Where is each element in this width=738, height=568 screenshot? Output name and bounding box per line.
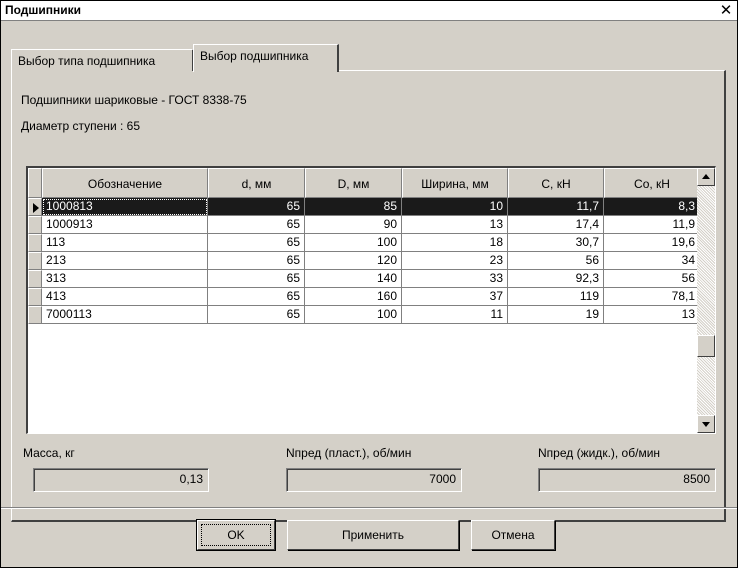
row-indicator [28, 216, 42, 234]
row-indicator [28, 252, 42, 270]
table-cell[interactable]: 90 [305, 216, 402, 234]
tab-bearing-select[interactable]: Выбор подшипника [193, 44, 339, 72]
bearing-table[interactable]: Обозначение d, мм D, мм Ширина, мм C, кН… [26, 166, 716, 434]
table-cell[interactable]: 140 [305, 270, 402, 288]
table-cell[interactable]: 120 [305, 252, 402, 270]
table-cell[interactable]: 1000813 [42, 198, 208, 216]
table-cell[interactable]: 11,7 [508, 198, 604, 216]
n-zhidk-label: Nпред (жидк.), об/мин [538, 446, 661, 460]
row-indicator [28, 270, 42, 288]
table-cell[interactable]: 113 [42, 234, 208, 252]
table-cell[interactable]: 34 [604, 252, 700, 270]
table-row[interactable]: 213 65 120 23 56 34 [28, 252, 700, 270]
table-cell[interactable]: 65 [208, 216, 305, 234]
table-cell[interactable]: 313 [42, 270, 208, 288]
table-cell[interactable]: 8,3 [604, 198, 700, 216]
column-header-c[interactable]: C, кН [508, 168, 604, 198]
table-cell[interactable]: 85 [305, 198, 402, 216]
window-title: Подшипники [5, 3, 82, 17]
table-cell[interactable]: 213 [42, 252, 208, 270]
step-diameter-info: Диаметр ступени : 65 [21, 119, 141, 133]
table-cell[interactable]: 65 [208, 252, 305, 270]
row-indicator [28, 288, 42, 306]
table-cell[interactable]: 11,9 [604, 216, 700, 234]
table-row[interactable]: 413 65 160 37 119 78,1 [28, 288, 700, 306]
row-indicator [28, 306, 42, 324]
scroll-down-button[interactable] [697, 415, 715, 433]
cancel-button-label: Отмена [491, 528, 535, 542]
table-cell[interactable]: 65 [208, 198, 305, 216]
table-cell[interactable]: 92,3 [508, 270, 604, 288]
table-cell[interactable]: 19,6 [604, 234, 700, 252]
table-cell[interactable]: 13 [402, 216, 508, 234]
table-cell[interactable]: 65 [208, 306, 305, 324]
column-header-c0[interactable]: Co, кН [604, 168, 700, 198]
apply-button[interactable]: Применить [287, 520, 459, 550]
table-cell[interactable]: 1000913 [42, 216, 208, 234]
table-cell[interactable]: 13 [604, 306, 700, 324]
table-cell[interactable]: 19 [508, 306, 604, 324]
mass-field[interactable]: 0,13 [33, 468, 209, 492]
table-cell[interactable]: 11 [402, 306, 508, 324]
title-bar[interactable]: Подшипники ✕ [1, 1, 737, 21]
scroll-thumb[interactable] [697, 335, 715, 357]
table-header: Обозначение d, мм D, мм Ширина, мм C, кН… [28, 168, 700, 198]
table-cell[interactable]: 100 [305, 306, 402, 324]
tab-bearing-type[interactable]: Выбор типа подшипника [11, 49, 194, 71]
table-body: 1000813 65 85 10 11,7 8,3 1000913 65 90 … [28, 198, 700, 324]
row-indicator [28, 198, 42, 216]
table-cell[interactable]: 37 [402, 288, 508, 306]
table-row[interactable]: 313 65 140 33 92,3 56 [28, 270, 700, 288]
table-cell[interactable]: 10 [402, 198, 508, 216]
table-cell[interactable]: 119 [508, 288, 604, 306]
table-cell[interactable]: 33 [402, 270, 508, 288]
header-indicator-cell [28, 168, 42, 198]
dialog-client: Выбор типа подшипника Выбор подшипника П… [1, 22, 737, 567]
table-row[interactable]: 113 65 100 18 30,7 19,6 [28, 234, 700, 252]
table-cell[interactable]: 65 [208, 270, 305, 288]
table-row[interactable]: 1000913 65 90 13 17,4 11,9 [28, 216, 700, 234]
close-icon[interactable]: ✕ [717, 2, 735, 19]
table-cell[interactable]: 18 [402, 234, 508, 252]
focus-rect [201, 524, 271, 546]
ok-button[interactable]: OK [196, 519, 276, 551]
table-row[interactable]: 1000813 65 85 10 11,7 8,3 [28, 198, 700, 216]
table-cell[interactable]: 56 [604, 270, 700, 288]
column-header-D[interactable]: D, мм [305, 168, 402, 198]
column-header-designation[interactable]: Обозначение [42, 168, 208, 198]
table-cell[interactable]: 78,1 [604, 288, 700, 306]
arrow-up-icon [702, 174, 710, 179]
table-row[interactable]: 7000113 65 100 11 19 13 [28, 306, 700, 324]
table-cell[interactable]: 7000113 [42, 306, 208, 324]
n-plast-label: Nпред (пласт.), об/мин [286, 446, 412, 460]
apply-button-label: Применить [341, 528, 404, 542]
mass-label: Масса, кг [23, 446, 75, 460]
table-cell[interactable]: 30,7 [508, 234, 604, 252]
current-row-arrow-icon [33, 203, 39, 213]
scroll-up-button[interactable] [697, 168, 715, 186]
arrow-down-icon [702, 422, 710, 427]
table-cell[interactable]: 100 [305, 234, 402, 252]
table-cell[interactable]: 65 [208, 288, 305, 306]
table-cell[interactable]: 413 [42, 288, 208, 306]
table-cell[interactable]: 17,4 [508, 216, 604, 234]
table-cell[interactable]: 56 [508, 252, 604, 270]
vertical-scrollbar[interactable] [697, 168, 715, 433]
table-cell[interactable]: 65 [208, 234, 305, 252]
column-header-d[interactable]: d, мм [208, 168, 305, 198]
n-zhidk-field[interactable]: 8500 [538, 468, 716, 492]
column-header-width[interactable]: Ширина, мм [402, 168, 508, 198]
table-cell[interactable]: 160 [305, 288, 402, 306]
table-cell[interactable]: 23 [402, 252, 508, 270]
bearing-type-info: Подшипники шариковые - ГОСТ 8338-75 [21, 93, 247, 107]
cancel-button[interactable]: Отмена [471, 520, 555, 550]
row-indicator [28, 234, 42, 252]
n-plast-field[interactable]: 7000 [286, 468, 462, 492]
dialog-window: Подшипники ✕ Выбор типа подшипника Выбор… [0, 0, 738, 568]
tab-bearing-select-label: Выбор подшипника [200, 49, 309, 63]
tab-bearing-type-label: Выбор типа подшипника [18, 54, 156, 68]
divider [1, 507, 737, 509]
